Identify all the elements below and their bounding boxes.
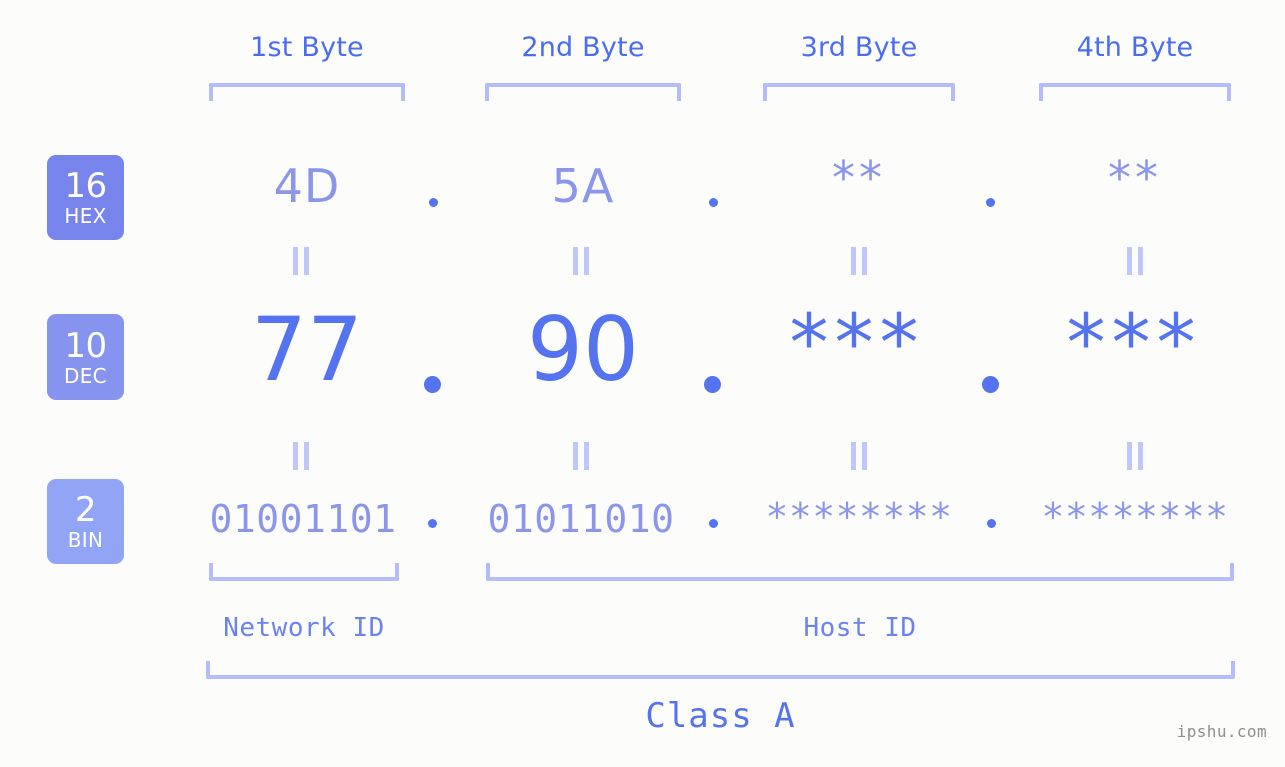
bin-value-byte-3: ******** <box>765 495 953 539</box>
class-label: Class A <box>645 696 796 736</box>
equality-mark-hex-dec-byte-1 <box>293 247 310 275</box>
equality-mark-dec-bin-byte-1 <box>293 442 310 470</box>
hex-dot-separator-2 <box>709 198 718 207</box>
equality-mark-dec-bin-byte-3 <box>851 442 868 470</box>
hex-value-byte-2: 5A <box>551 159 615 213</box>
hex-value-byte-4: ** <box>1108 151 1162 205</box>
hex-dot-separator-1 <box>429 198 438 207</box>
dec-value-byte-4: *** <box>1066 299 1202 389</box>
dec-dot-separator-1 <box>424 376 441 393</box>
hex-value-byte-1: 4D <box>273 159 341 213</box>
byte-header-4: 4th Byte <box>1076 32 1194 63</box>
equality-mark-hex-dec-byte-4 <box>1127 247 1144 275</box>
dec-value-byte-3: *** <box>789 299 925 389</box>
bin-value-byte-2: 01011010 <box>487 497 675 541</box>
bracket-class <box>206 661 1235 679</box>
equality-mark-dec-bin-byte-4 <box>1127 442 1144 470</box>
ip-byte-breakdown-diagram: 1st Byte 2nd Byte 3rd Byte 4th Byte 16 H… <box>0 0 1285 767</box>
bin-dot-separator-1 <box>428 519 437 528</box>
bin-value-byte-1: 01001101 <box>209 497 397 541</box>
dec-dot-separator-2 <box>704 376 721 393</box>
radix-badge-dec-name: DEC <box>64 363 107 388</box>
radix-badge-bin-number: 2 <box>74 490 97 530</box>
bracket-host-id <box>486 563 1234 581</box>
bracket-network-id <box>209 563 399 581</box>
radix-badge-bin: 2 BIN <box>47 479 124 564</box>
bin-dot-separator-3 <box>987 519 996 528</box>
dec-value-byte-2: 90 <box>527 298 639 401</box>
bracket-byte-2-top <box>485 83 681 101</box>
dec-value-byte-1: 77 <box>251 298 363 401</box>
radix-badge-dec-number: 10 <box>64 325 107 366</box>
radix-badge-bin-name: BIN <box>67 528 104 552</box>
equality-mark-dec-bin-byte-2 <box>573 442 590 470</box>
equality-mark-hex-dec-byte-3 <box>851 247 868 275</box>
hex-value-byte-3: ** <box>832 151 886 205</box>
section-label-network-id: Network ID <box>223 613 385 643</box>
byte-header-1: 1st Byte <box>250 32 364 63</box>
radix-badge-hex-name: HEX <box>64 204 107 228</box>
bracket-byte-1-top <box>209 83 405 101</box>
byte-header-3: 3rd Byte <box>800 32 918 63</box>
hex-dot-separator-3 <box>986 198 995 207</box>
radix-badge-hex-number: 16 <box>64 166 107 206</box>
byte-header-2: 2nd Byte <box>521 32 645 63</box>
site-watermark: ipshu.com <box>1176 722 1267 741</box>
bin-dot-separator-2 <box>709 519 718 528</box>
bracket-byte-4-top <box>1039 83 1231 101</box>
dec-dot-separator-3 <box>982 376 999 393</box>
section-label-host-id: Host ID <box>803 613 917 643</box>
bin-value-byte-4: ******** <box>1041 495 1229 539</box>
equality-mark-hex-dec-byte-2 <box>573 247 590 275</box>
radix-badge-dec: 10 DEC <box>47 314 124 400</box>
bracket-byte-3-top <box>763 83 955 101</box>
radix-badge-hex: 16 HEX <box>47 155 124 240</box>
